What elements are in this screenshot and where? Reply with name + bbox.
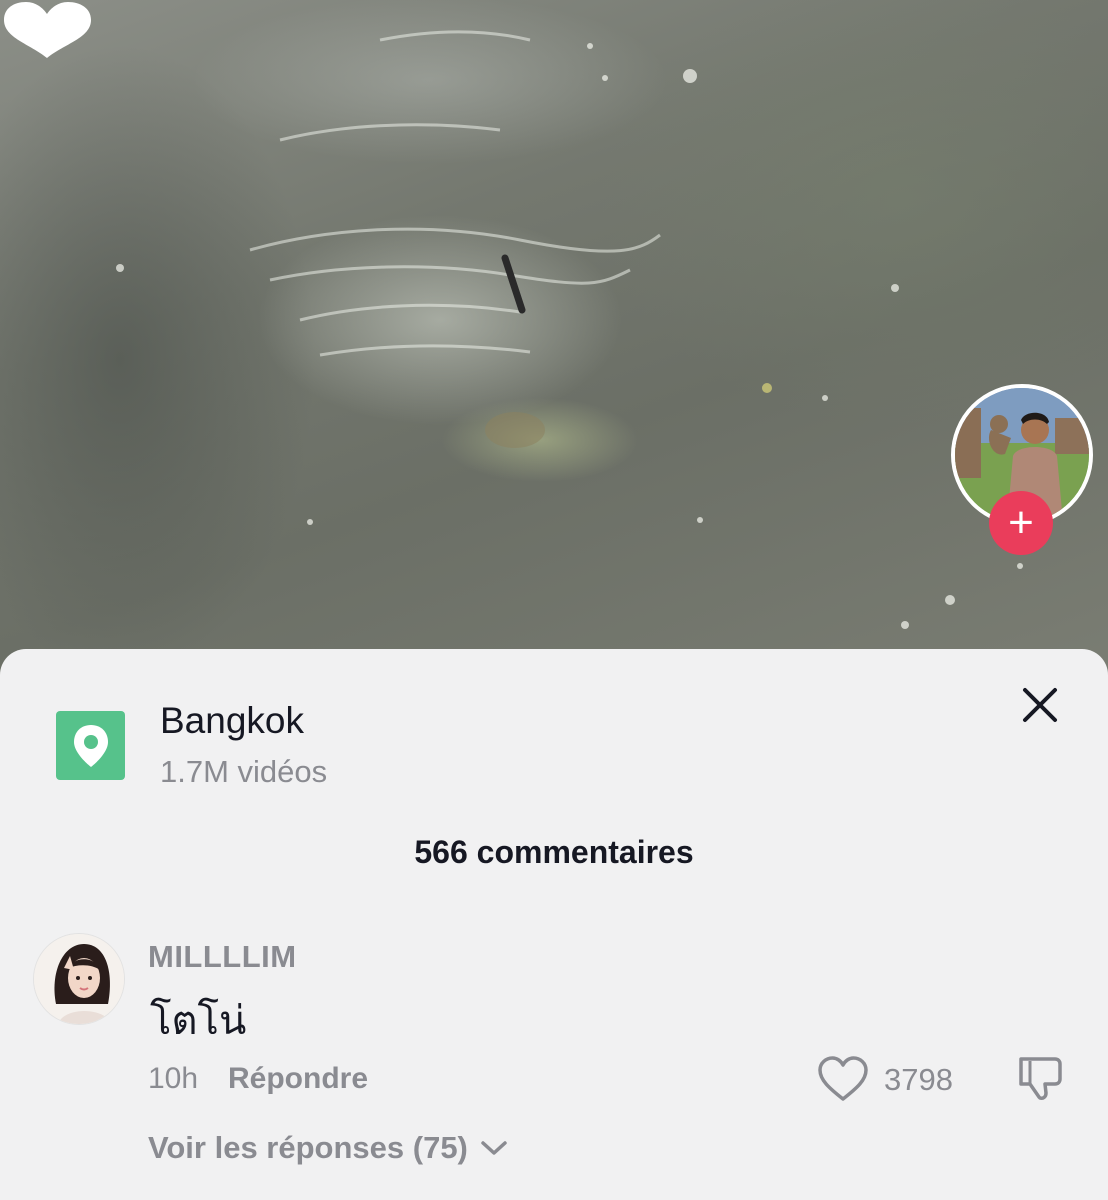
view-replies-button[interactable]: Voir les réponses (75) — [148, 1130, 508, 1166]
commenter-avatar[interactable] — [33, 933, 125, 1025]
location-pin-icon[interactable] — [56, 711, 125, 780]
video-player[interactable]: + — [0, 0, 1108, 680]
chevron-down-icon — [481, 1141, 507, 1155]
comment-username[interactable]: MILLLLIM — [148, 939, 297, 975]
video-like-icon[interactable] — [0, 0, 95, 60]
thumbs-down-icon[interactable] — [1015, 1053, 1065, 1103]
comment-time: 10h — [148, 1062, 199, 1095]
comment-count: 566 commentaires — [414, 834, 694, 870]
commenter-photo-icon — [34, 934, 124, 1024]
comment-text: โตโน่ — [150, 998, 247, 1044]
reply-button[interactable]: Répondre — [228, 1062, 368, 1096]
map-pin-glyph — [73, 724, 108, 767]
view-replies-label: Voir les réponses (75) — [148, 1130, 468, 1165]
comment-like-count: 3798 — [884, 1062, 953, 1097]
close-icon[interactable] — [1020, 685, 1060, 725]
screen: + Bangkok 1.7M vidéos 566 commentaires M… — [0, 0, 1108, 1200]
location-video-count: 1.7M vidéos — [160, 754, 328, 789]
plus-icon: + — [1008, 498, 1034, 547]
heart-icon[interactable] — [817, 1055, 869, 1103]
follow-button[interactable]: + — [989, 491, 1053, 555]
location-name[interactable]: Bangkok — [160, 700, 304, 742]
water-ripples — [116, 30, 1023, 629]
